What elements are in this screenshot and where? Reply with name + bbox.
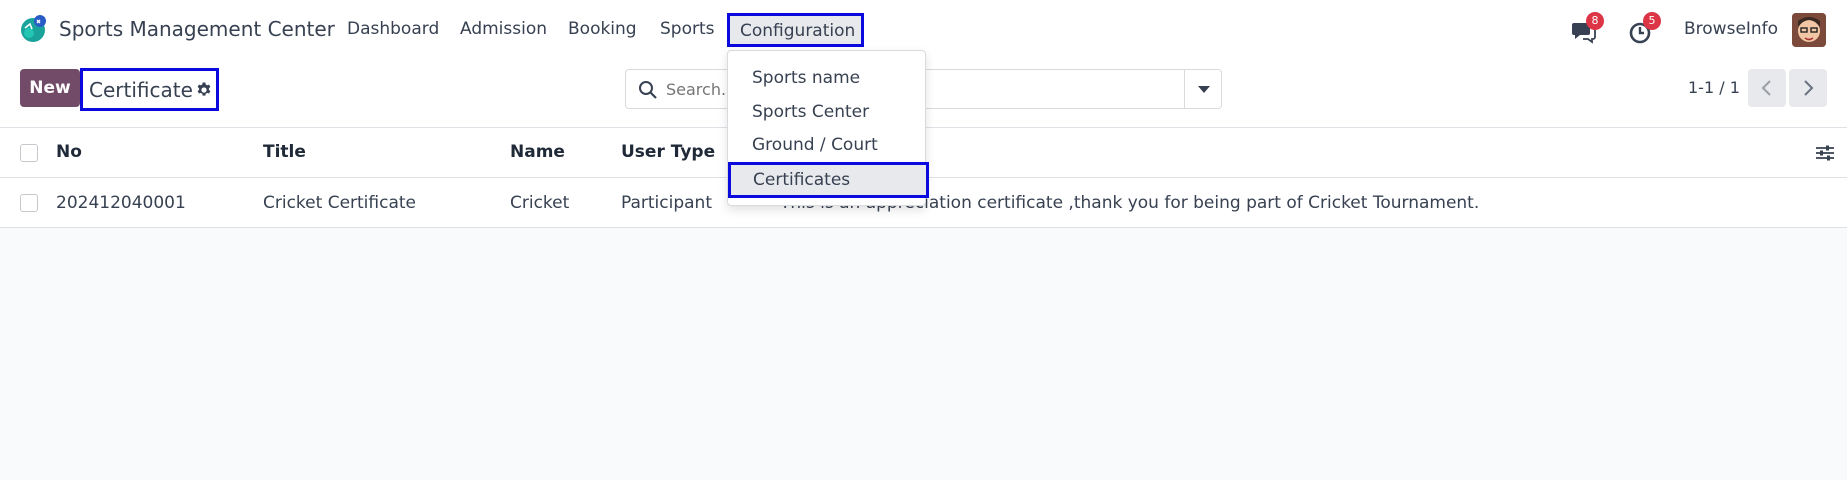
breadcrumb: Certificate	[80, 68, 219, 111]
cell-user-type: Participant	[621, 193, 713, 213]
chevron-left-icon	[1761, 80, 1771, 96]
sports-logo-icon[interactable]	[18, 14, 48, 44]
pager-next-button[interactable]	[1789, 69, 1827, 107]
column-header-no[interactable]: No	[56, 142, 82, 162]
gear-icon[interactable]	[195, 81, 213, 99]
menu-booking[interactable]: Booking	[568, 19, 637, 39]
pager-value[interactable]: 1-1 / 1	[1688, 78, 1740, 97]
dropdown-item-sports-name[interactable]: Sports name	[752, 68, 860, 88]
menu-admission[interactable]: Admission	[460, 19, 547, 39]
chevron-right-icon	[1804, 80, 1814, 96]
dropdown-item-certificates[interactable]: Certificates	[728, 162, 929, 198]
new-button[interactable]: New	[20, 69, 80, 107]
user-menu-name[interactable]: BrowseInfo	[1684, 19, 1778, 39]
select-all-checkbox[interactable]	[20, 144, 38, 162]
row-checkbox[interactable]	[20, 194, 38, 212]
pager-previous-button[interactable]	[1748, 69, 1786, 107]
menu-dashboard[interactable]: Dashboard	[347, 19, 439, 39]
configuration-dropdown: Sports name Sports Center Ground / Court…	[727, 50, 929, 206]
caret-down-icon	[1198, 86, 1210, 93]
app-name[interactable]: Sports Management Center	[59, 17, 335, 41]
search-options-toggle[interactable]	[1184, 70, 1221, 108]
dropdown-item-certificates-label: Certificates	[753, 170, 851, 190]
messages-badge: 8	[1586, 12, 1604, 30]
messages-button[interactable]: 8	[1569, 12, 1604, 44]
dropdown-item-ground-court[interactable]: Ground / Court	[752, 135, 878, 155]
menu-configuration[interactable]: Configuration	[727, 13, 864, 47]
dropdown-item-sports-center[interactable]: Sports Center	[752, 102, 869, 122]
search-icon[interactable]	[638, 80, 658, 100]
column-header-name[interactable]: Name	[510, 142, 565, 162]
cell-name: Cricket	[510, 193, 570, 213]
cell-title: Cricket Certificate	[263, 193, 416, 213]
menu-sports[interactable]: Sports	[660, 19, 715, 39]
activities-badge: 5	[1643, 12, 1661, 30]
cell-no: 202412040001	[56, 193, 186, 213]
user-avatar-icon	[1792, 13, 1826, 47]
optional-columns-icon[interactable]	[1815, 144, 1835, 162]
column-header-user-type[interactable]: User Type	[621, 142, 715, 162]
column-header-title[interactable]: Title	[263, 142, 306, 162]
menu-configuration-label: Configuration	[740, 21, 856, 41]
avatar[interactable]	[1792, 13, 1826, 47]
activities-button[interactable]: 5	[1626, 12, 1661, 44]
page-title[interactable]: Certificate	[89, 78, 193, 102]
